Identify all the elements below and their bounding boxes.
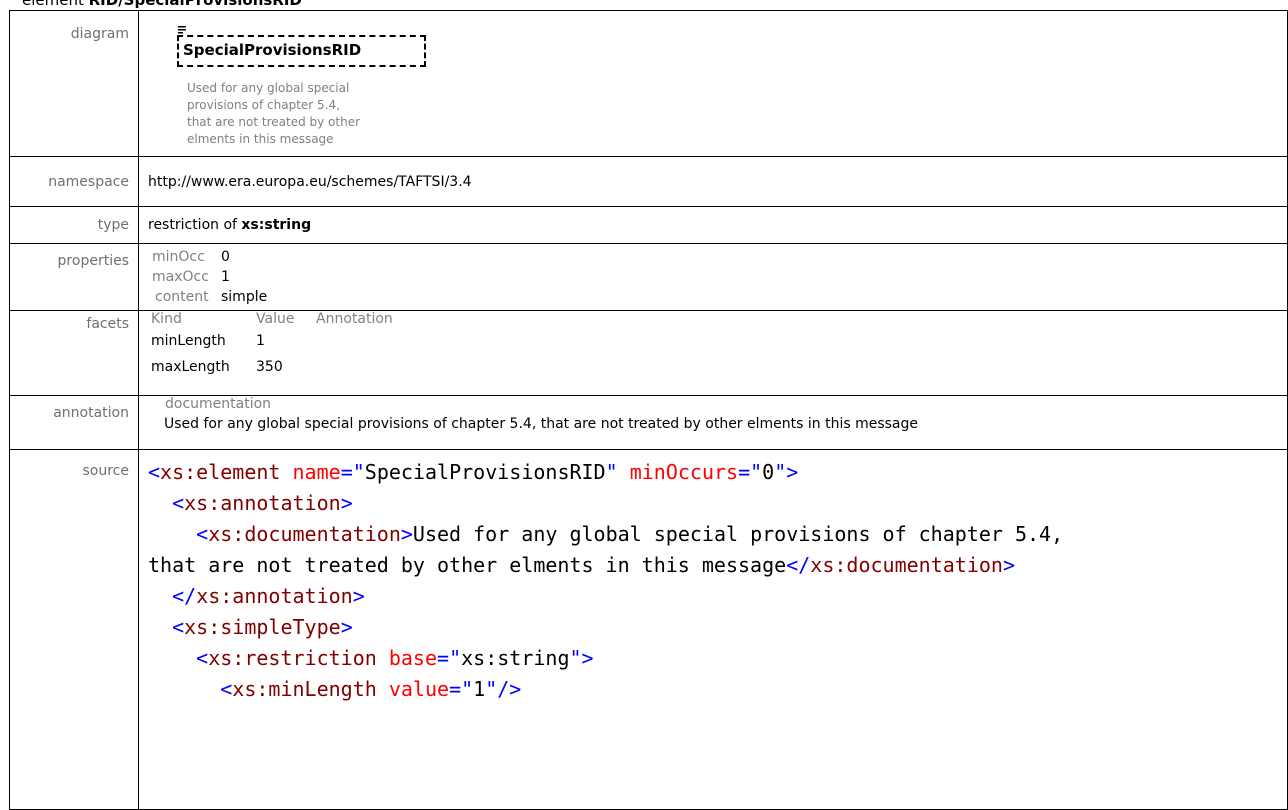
label-annotation: annotation — [9, 395, 139, 450]
property-value: 1 — [221, 269, 230, 285]
label-diagram: diagram — [9, 10, 139, 157]
facet-kind: minLength — [151, 333, 226, 349]
type-value: restriction of xs:string — [138, 206, 1288, 244]
label-facets: facets — [9, 310, 139, 396]
source-line: that are not treated by other elments in… — [148, 553, 1015, 577]
row-annotation: annotation documentation Used for any gl… — [9, 395, 1288, 450]
facet-value: 350 — [256, 359, 283, 375]
diagram-doc-line: elments in this message — [187, 132, 334, 146]
diagram-doc-line: that are not treated by other — [187, 115, 361, 129]
diagram-doc-line: Used for any global special — [187, 81, 350, 95]
element-docs-icon — [178, 26, 186, 34]
annotation-cell: documentation Used for any global specia… — [138, 395, 1288, 450]
facet-value: 1 — [256, 333, 265, 349]
source-line: </xs:annotation> — [172, 584, 365, 608]
source-line: <xs:documentation>Used for any global sp… — [196, 522, 1064, 546]
property-value: 0 — [221, 249, 230, 265]
property-key: maxOcc — [152, 269, 209, 285]
source-line: <xs:simpleType> — [172, 615, 353, 639]
heading-prefix: element — [22, 0, 89, 9]
facets-header-value: Value — [256, 311, 295, 327]
heading-element-name: RID/SpecialProvisionsRID — [88, 0, 302, 9]
facets-header-kind: Kind — [151, 311, 182, 327]
property-key: minOcc — [152, 249, 205, 265]
diagram-doc-line: provisions of chapter 5.4, — [187, 98, 340, 112]
source-code: <xs:element name="SpecialProvisionsRID" … — [148, 457, 1287, 705]
type-prefix: restriction of — [148, 217, 242, 233]
label-properties: properties — [9, 243, 139, 311]
row-properties: properties minOcc 0 maxOcc 1 content simple — [9, 243, 1288, 311]
source-line: <xs:annotation> — [172, 491, 353, 515]
row-type: type restriction of xs:string — [9, 206, 1288, 244]
property-row: content simple — [152, 287, 1287, 307]
row-facets: facets Kind Value Annotation minLength 1 ma… — [9, 310, 1288, 396]
facet-row: maxLength 350 — [151, 354, 1287, 380]
property-value: simple — [221, 289, 268, 305]
property-row: maxOcc 1 — [152, 267, 1287, 287]
facets-header: Kind Value Annotation — [151, 311, 1287, 328]
annotation-title: documentation — [165, 396, 272, 412]
row-source: source <xs:element name="SpecialProvisio… — [9, 449, 1288, 810]
facet-row: minLength 1 — [151, 328, 1287, 354]
source-cell: <xs:element name="SpecialProvisionsRID" … — [138, 449, 1288, 810]
annotation-text: Used for any global special provisions o… — [164, 416, 918, 432]
type-base: xs:string — [241, 217, 312, 233]
property-row: minOcc 0 — [152, 247, 1287, 267]
facets-cell: Kind Value Annotation minLength 1 maxLength… — [138, 310, 1288, 396]
diagram-element-name: SpecialProvisionsRID — [183, 41, 362, 59]
label-source: source — [9, 449, 139, 810]
property-key: content — [155, 289, 209, 305]
row-namespace: namespace http://www.era.europa.eu/schem… — [9, 156, 1288, 207]
source-line: <xs:minLength value="1"/> — [220, 677, 522, 701]
properties-cell: minOcc 0 maxOcc 1 content simple — [138, 243, 1288, 311]
namespace-value: http://www.era.europa.eu/schemes/TAFTSI/… — [138, 156, 1288, 207]
diagram-documentation: Used for any global special provisions o… — [187, 80, 407, 148]
label-namespace: namespace — [9, 156, 139, 207]
label-type: type — [9, 206, 139, 244]
source-line: <xs:element name="SpecialProvisionsRID" … — [148, 460, 799, 484]
facet-kind: maxLength — [151, 359, 230, 375]
source-line: <xs:restriction base="xs:string"> — [196, 646, 594, 670]
facets-header-annotation: Annotation — [316, 311, 393, 327]
